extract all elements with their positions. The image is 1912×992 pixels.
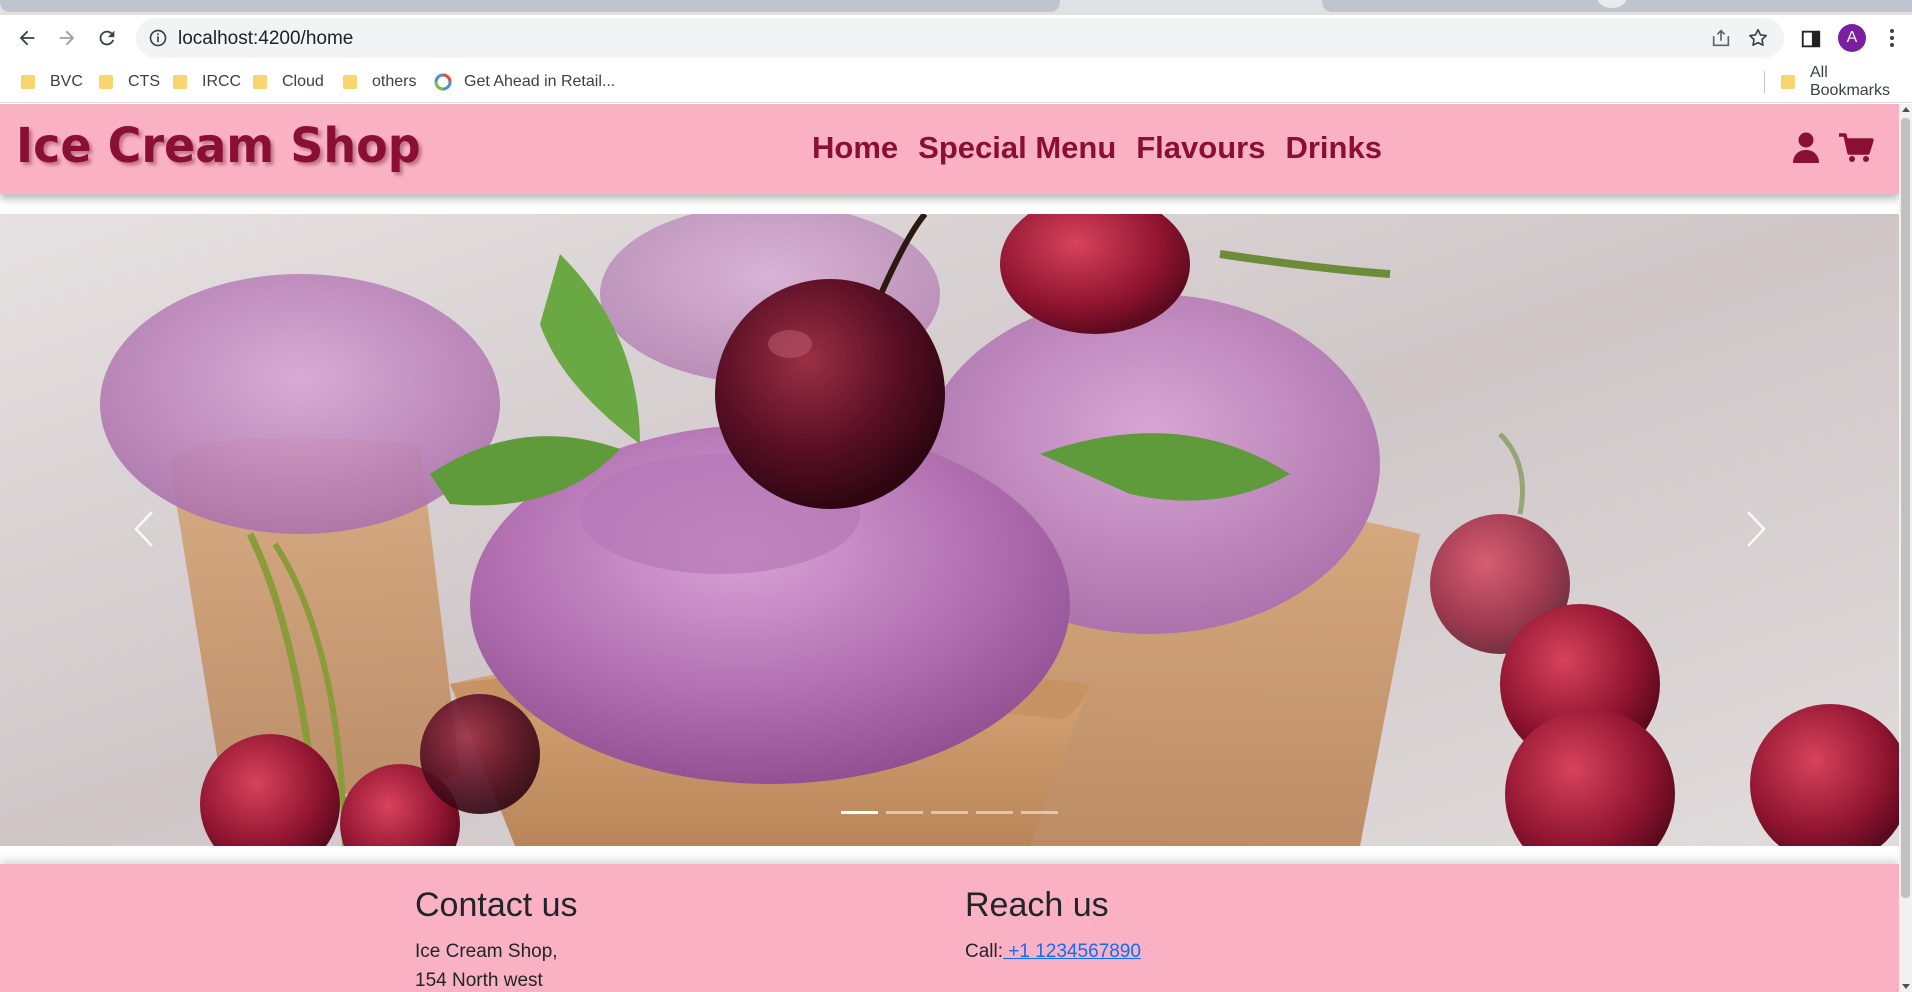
carousel-indicator-1[interactable]	[841, 811, 878, 814]
bookmark-cts[interactable]: CTS	[98, 71, 160, 93]
page-viewport: Ice Cream Shop Home Special Menu Flavour…	[0, 104, 1899, 992]
bookmark-others[interactable]: others	[342, 71, 416, 93]
site-header: Ice Cream Shop Home Special Menu Flavour…	[0, 104, 1899, 194]
brand-logo[interactable]: Ice Cream Shop	[16, 117, 421, 174]
scroll-up-arrow-icon[interactable]	[1902, 107, 1910, 112]
back-arrow-icon	[19, 30, 35, 46]
chevron-right-icon	[1747, 511, 1766, 547]
bookmarks-bar: BVC CTS IRCC Cloud others Get Ahead in R…	[0, 61, 1912, 103]
forward-button[interactable]	[52, 23, 82, 53]
hero-carousel	[0, 214, 1899, 846]
bookmarks-divider	[1764, 71, 1765, 93]
back-button[interactable]	[12, 23, 42, 53]
ice-cream-slide-image	[0, 214, 1899, 846]
folder-icon	[1780, 75, 1795, 89]
site-footer: Contact us Ice Cream Shop, 154 North wes…	[0, 864, 1899, 992]
folder-icon	[99, 75, 113, 89]
folder-icon	[173, 75, 187, 89]
carousel-indicator-5[interactable]	[1021, 811, 1058, 814]
carousel-prev-button[interactable]	[124, 504, 164, 554]
carousel-indicators	[841, 811, 1058, 814]
bookmark-label: others	[372, 73, 417, 90]
side-panel-icon[interactable]	[1800, 28, 1822, 50]
contact-section: Contact us Ice Cream Shop, 154 North wes…	[415, 886, 578, 992]
bookmark-label: Get Ahead in Retail...	[464, 73, 616, 90]
nav-home[interactable]: Home	[812, 130, 898, 166]
contact-heading: Contact us	[415, 886, 578, 924]
browser-tab-strip	[0, 0, 1912, 15]
bookmark-star-icon[interactable]	[1747, 27, 1769, 49]
bookmark-ircc[interactable]: IRCC	[172, 71, 241, 93]
scrollbar-thumb[interactable]	[1901, 118, 1910, 898]
cart-icon[interactable]	[1838, 132, 1874, 164]
chevron-left-icon	[134, 511, 153, 547]
retail-icon	[434, 73, 452, 91]
reach-heading: Reach us	[965, 886, 1109, 924]
bookmark-label: IRCC	[202, 73, 242, 90]
all-bookmarks[interactable]: All Bookmarks	[1780, 64, 1912, 99]
bookmark-get-ahead-in-retail[interactable]: Get Ahead in Retail...	[434, 71, 615, 93]
kebab-menu-icon[interactable]	[1882, 27, 1902, 49]
url-text[interactable]: localhost:4200/home	[178, 28, 353, 50]
browser-tab[interactable]	[0, 0, 1060, 12]
address-line-2: 154 North west	[415, 970, 543, 991]
address-bar[interactable]: localhost:4200/home	[136, 18, 1784, 58]
reload-button[interactable]	[92, 23, 122, 53]
bookmark-label: CTS	[128, 73, 160, 90]
bookmark-bvc[interactable]: BVC	[20, 71, 83, 93]
carousel-indicator-4[interactable]	[976, 811, 1013, 814]
carousel-next-button[interactable]	[1736, 504, 1776, 554]
call-label: Call:	[965, 941, 1004, 962]
main-nav: Home Special Menu Flavours Drinks	[812, 130, 1382, 166]
carousel-indicator-2[interactable]	[886, 811, 923, 814]
bookmark-label: BVC	[50, 73, 83, 90]
reload-icon	[99, 30, 115, 46]
nav-flavours[interactable]: Flavours	[1136, 130, 1265, 166]
profile-avatar[interactable]: A	[1838, 24, 1866, 52]
browser-toolbar: localhost:4200/home A	[0, 15, 1912, 61]
carousel-indicator-3[interactable]	[931, 811, 968, 814]
page-scrollbar[interactable]	[1899, 104, 1912, 992]
call-line: Call: +1 1234567890	[965, 937, 1141, 966]
all-bookmarks-label: All Bookmarks	[1809, 64, 1890, 99]
phone-link[interactable]: +1 1234567890	[1003, 941, 1141, 962]
bookmark-cloud[interactable]: Cloud	[252, 71, 324, 93]
folder-icon	[21, 75, 35, 89]
scroll-down-arrow-icon[interactable]	[1902, 984, 1910, 989]
nav-special-menu[interactable]: Special Menu	[918, 130, 1116, 166]
reach-section: Reach us Call: +1 1234567890	[965, 886, 1141, 966]
forward-arrow-icon	[59, 30, 75, 46]
nav-drinks[interactable]: Drinks	[1285, 130, 1381, 166]
folder-icon	[253, 75, 267, 89]
folder-icon	[343, 75, 357, 89]
bookmark-label: Cloud	[282, 73, 324, 90]
address-line-1: Ice Cream Shop,	[415, 941, 558, 962]
site-info-icon[interactable]	[148, 28, 168, 48]
user-icon[interactable]	[1792, 132, 1820, 164]
share-icon[interactable]	[1710, 27, 1732, 49]
